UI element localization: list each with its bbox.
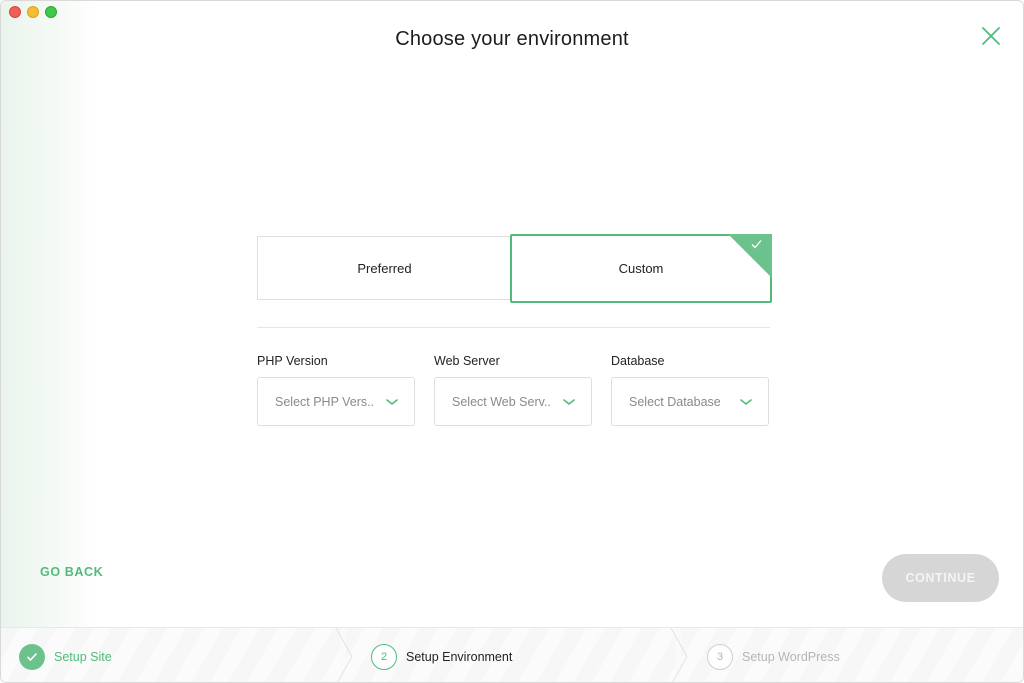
preferred-option[interactable]: Preferred [257,236,511,300]
web-server-label: Web Server [434,354,500,368]
window-controls [9,6,57,18]
side-gradient [1,1,101,627]
step-2-number-text: 2 [380,651,388,663]
web-server-select[interactable]: Select Web Serv... [434,377,592,426]
php-version-label: PHP Version [257,354,328,368]
step-2-number: 2 [371,644,397,670]
go-back-button[interactable]: GO BACK [40,565,103,579]
zoom-window-button[interactable] [45,6,57,18]
php-version-select[interactable]: Select PHP Vers... [257,377,415,426]
step-1-check-icon [19,644,45,670]
section-divider [257,327,770,328]
chevron-down-icon [563,399,575,405]
step-3-label: Setup WordPress [742,650,840,664]
step-1-label[interactable]: Setup Site [54,650,112,664]
minimize-window-button[interactable] [27,6,39,18]
web-server-placeholder: Select Web Serv... [452,395,552,409]
database-select[interactable]: Select Database [611,377,769,426]
step-separator [670,628,688,682]
step-3-number-text: 3 [716,651,724,663]
php-version-placeholder: Select PHP Vers... [275,395,375,409]
app-window: Choose your environment Preferred Custom… [0,0,1024,683]
close-icon[interactable] [981,26,1001,46]
custom-option-label: Custom [618,261,664,276]
continue-button[interactable]: CONTINUE [882,554,999,602]
database-placeholder: Select Database [629,395,721,409]
chevron-down-icon [386,399,398,405]
custom-option[interactable]: Custom [510,234,772,303]
step-background [1,628,341,682]
step-3-number: 3 [707,644,733,670]
chevron-down-icon [740,399,752,405]
close-window-button[interactable] [9,6,21,18]
database-label: Database [611,354,665,368]
setup-stepper: Setup Site 2 Setup Environment 3 Setup W… [1,627,1023,682]
preferred-option-label: Preferred [357,260,412,276]
step-2-label: Setup Environment [406,650,513,664]
selected-corner-badge [728,234,772,278]
continue-button-label: CONTINUE [905,571,976,585]
step-separator [335,628,353,682]
page-title: Choose your environment [395,28,629,50]
checkmark-icon [751,239,762,252]
